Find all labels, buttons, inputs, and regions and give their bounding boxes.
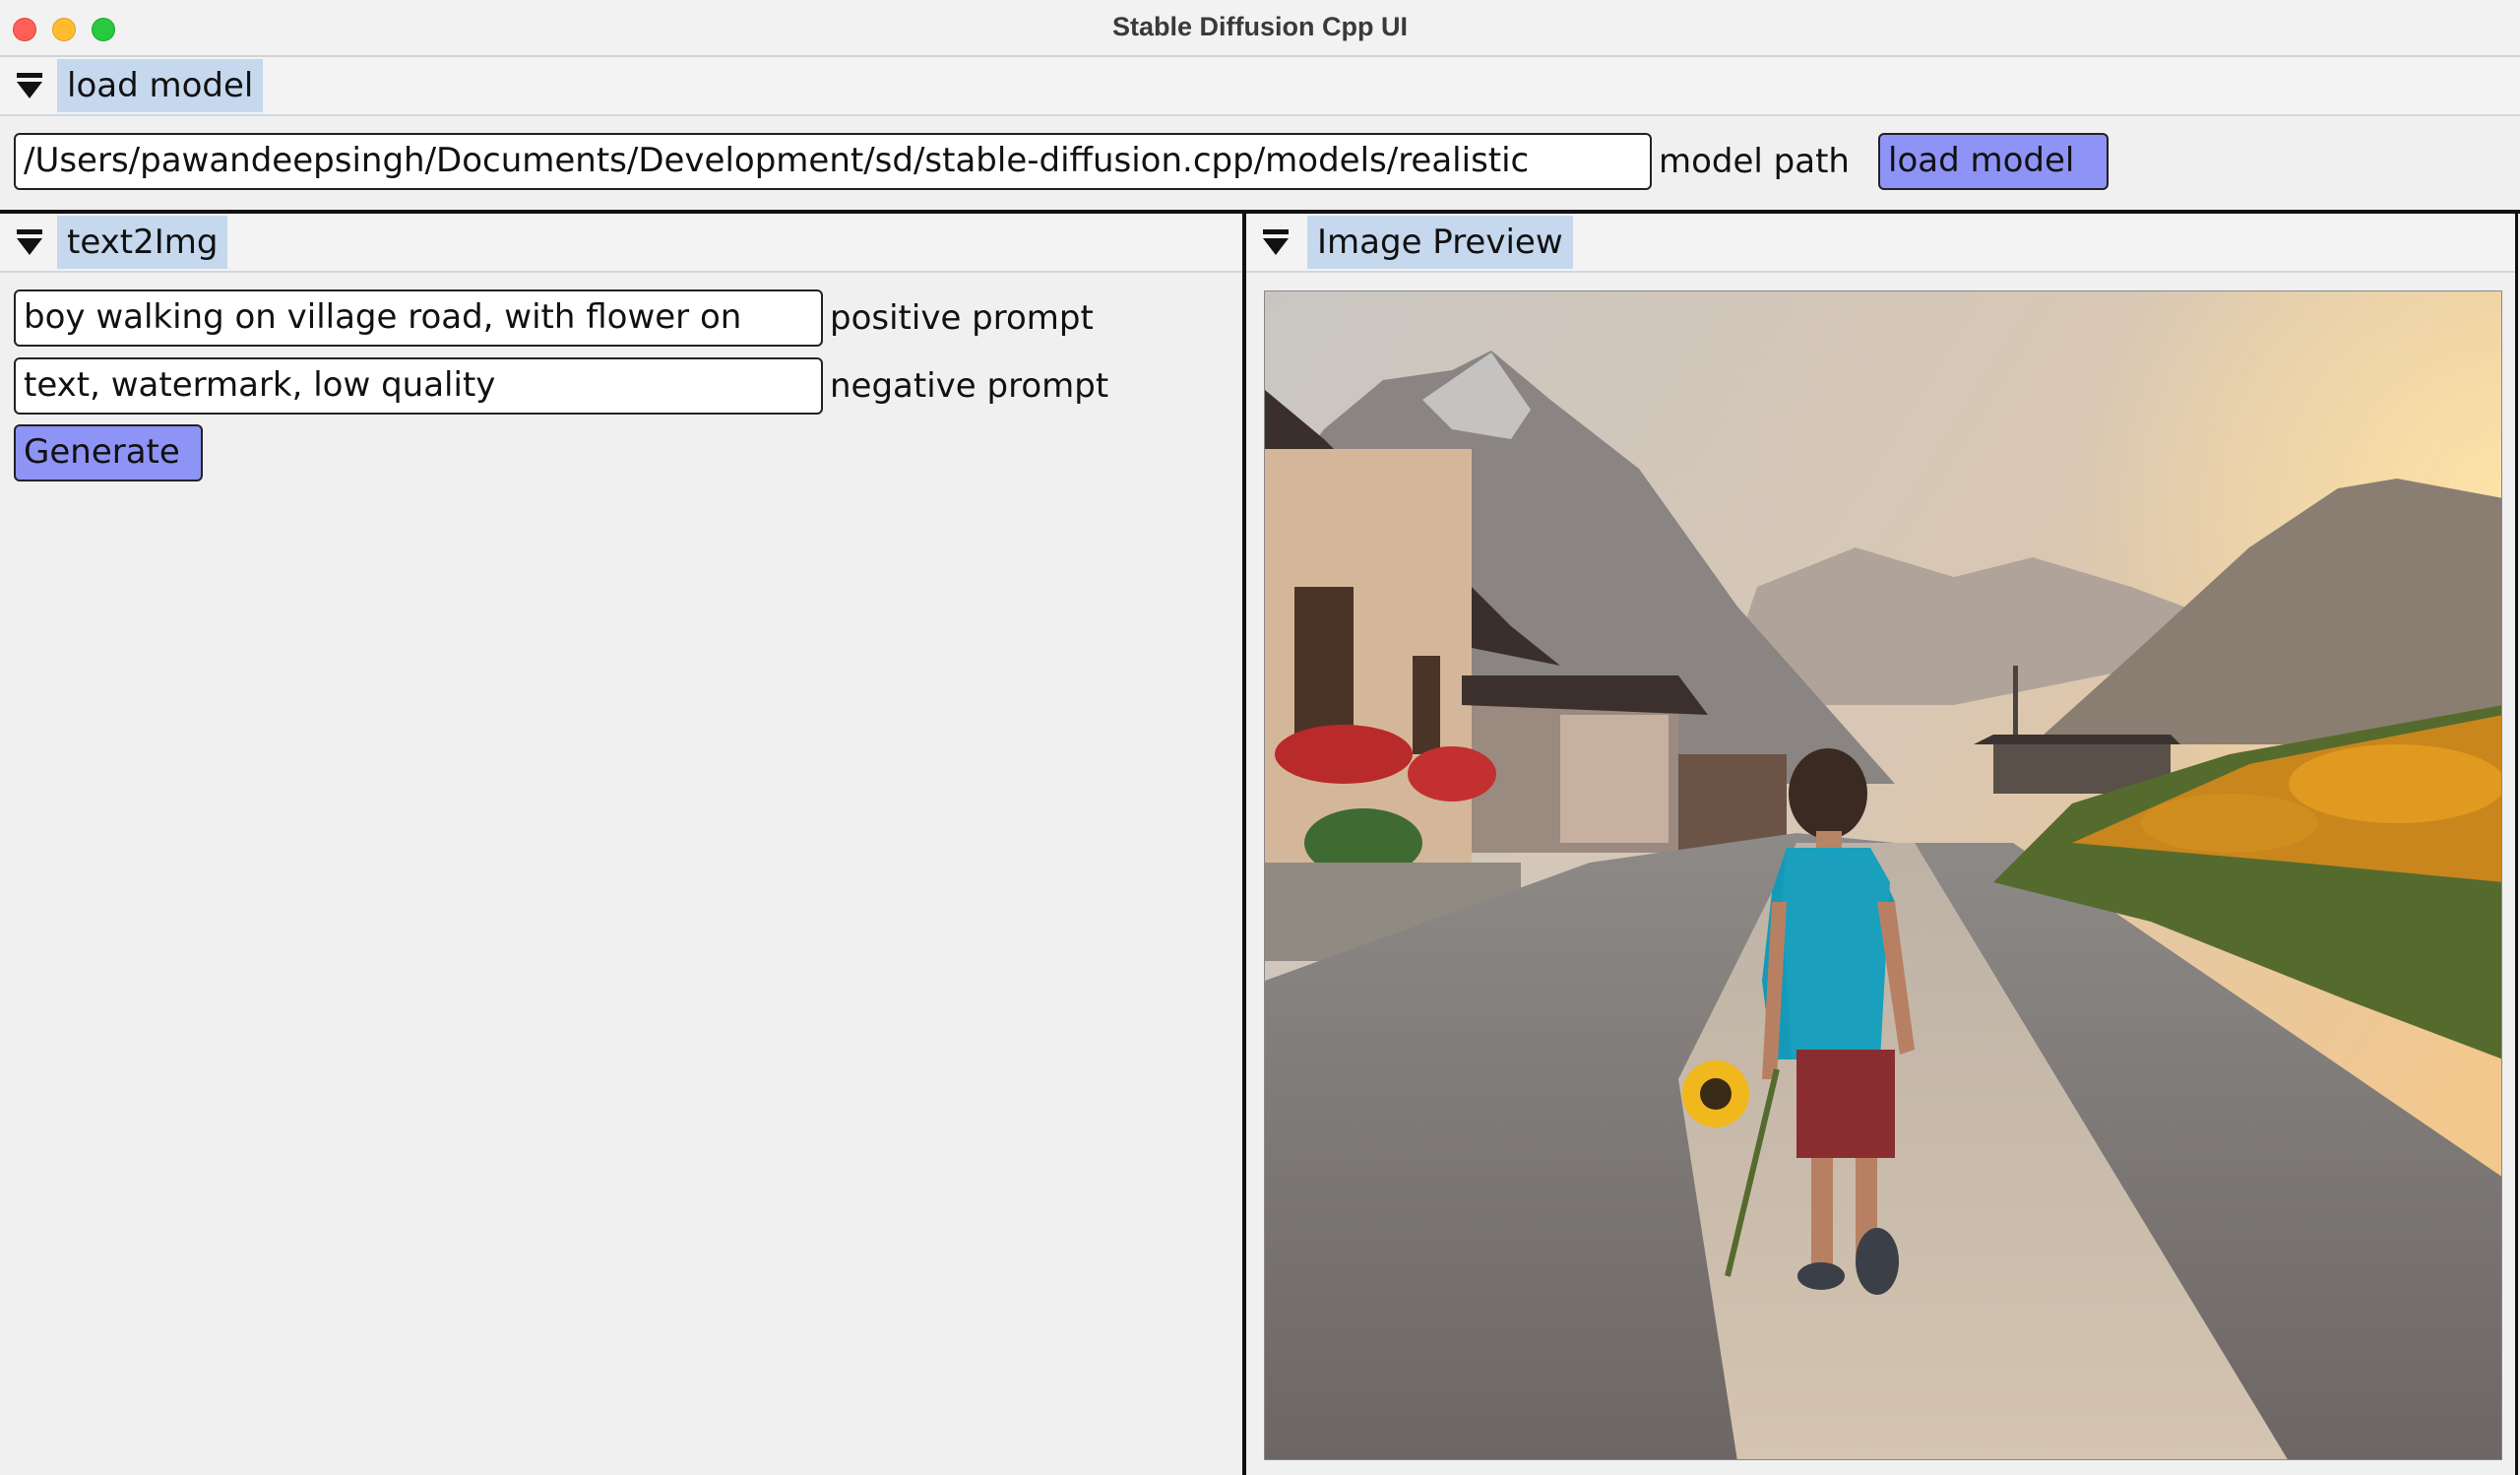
- negative-prompt-label: negative prompt: [830, 366, 1109, 406]
- model-path-label: model path: [1659, 142, 1850, 181]
- text2img-header-label[interactable]: text2Img: [57, 216, 228, 269]
- model-path-input[interactable]: /Users/pawandeepsingh/Documents/Developm…: [14, 133, 1652, 190]
- load-model-button[interactable]: load model: [1878, 133, 2109, 190]
- text2img-section-header[interactable]: text2Img: [0, 214, 1242, 273]
- image-preview-section-header[interactable]: Image Preview: [1246, 214, 2515, 273]
- positive-prompt-label: positive prompt: [830, 298, 1094, 338]
- collapse-arrow-icon[interactable]: [17, 229, 42, 257]
- load-model-section-header[interactable]: load model: [0, 57, 2520, 116]
- collapse-arrow-icon[interactable]: [1263, 229, 1289, 257]
- window-title: Stable Diffusion Cpp UI: [1112, 12, 1408, 41]
- generate-button[interactable]: Generate: [14, 424, 203, 481]
- positive-prompt-input[interactable]: boy walking on village road, with flower…: [14, 289, 823, 347]
- load-model-header-label[interactable]: load model: [57, 59, 264, 112]
- negative-prompt-input[interactable]: text, watermark, low quality: [14, 357, 823, 415]
- image-preview-header-label[interactable]: Image Preview: [1307, 216, 1573, 269]
- generated-image-preview: [1264, 290, 2502, 1460]
- window-titlebar: Stable Diffusion Cpp UI: [0, 0, 2520, 57]
- collapse-arrow-icon[interactable]: [17, 73, 42, 100]
- panel-splitter[interactable]: [1242, 212, 1246, 1475]
- panel-border-right: [2515, 212, 2518, 1475]
